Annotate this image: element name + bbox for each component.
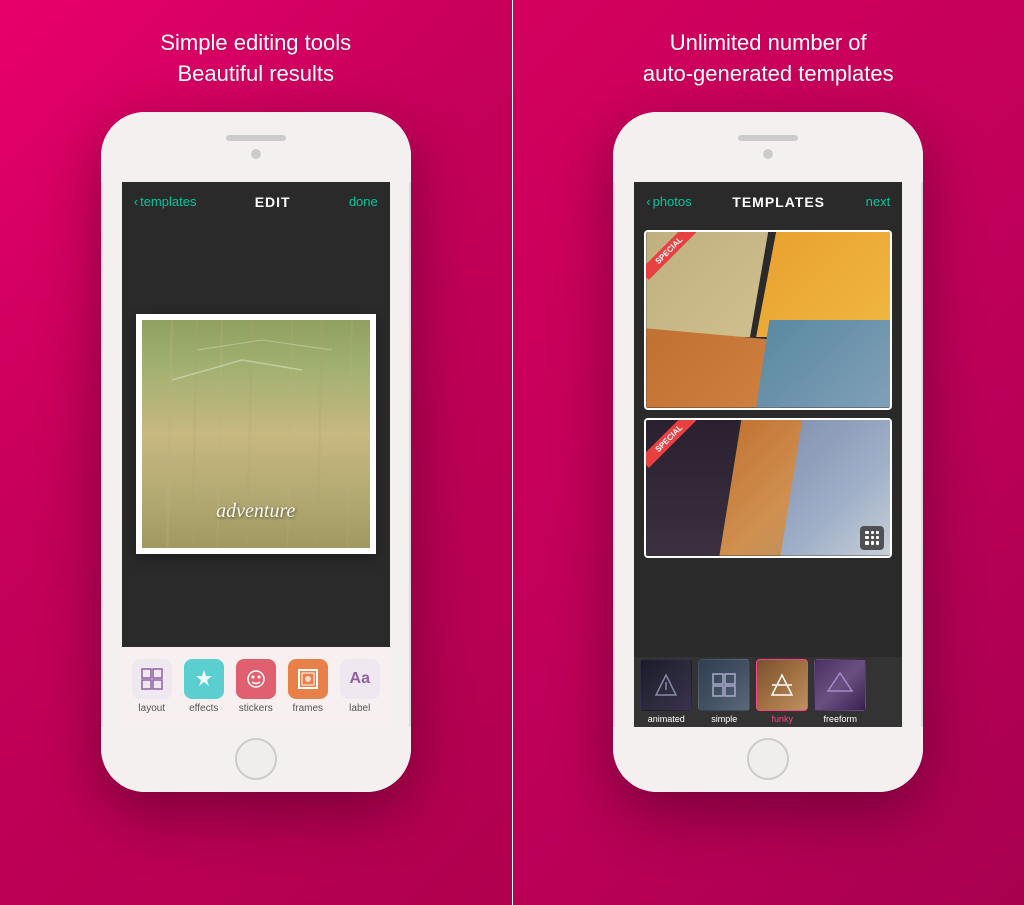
dot-7 bbox=[865, 541, 868, 544]
thumb-freeform-label: freeform bbox=[823, 714, 857, 724]
thumb-simple-icon bbox=[699, 660, 749, 710]
right-screen: ‹ photos TEMPLATES next bbox=[634, 182, 902, 727]
thumb-animated[interactable] bbox=[640, 659, 692, 711]
speaker-right bbox=[738, 135, 798, 141]
done-button[interactable]: done bbox=[349, 194, 378, 209]
back-to-templates[interactable]: ‹ templates bbox=[134, 194, 197, 209]
special-badge-2 bbox=[646, 420, 696, 470]
layout-label: layout bbox=[138, 703, 165, 714]
grid-icon[interactable] bbox=[860, 526, 884, 550]
tool-effects[interactable]: effects bbox=[180, 659, 228, 714]
dot-1 bbox=[865, 531, 868, 534]
thumb-freeform-icon bbox=[815, 660, 865, 710]
left-screen: ‹ templates EDIT done bbox=[122, 182, 390, 727]
chevron-icon-right: ‹ bbox=[646, 194, 650, 209]
templates-title: TEMPLATES bbox=[732, 194, 825, 210]
frames-label: frames bbox=[292, 703, 323, 714]
home-button-left[interactable] bbox=[235, 738, 277, 780]
templates-content bbox=[634, 222, 902, 657]
phone-bottom-right bbox=[613, 727, 923, 792]
tool-layout[interactable]: layout bbox=[128, 659, 176, 714]
bottom-toolbar: layout effects bbox=[122, 647, 390, 727]
speaker-left bbox=[226, 135, 286, 141]
camera-left bbox=[251, 149, 261, 159]
stickers-icon-box bbox=[236, 659, 276, 699]
thumb-container-simple[interactable]: simple bbox=[698, 659, 750, 724]
camera-right bbox=[763, 149, 773, 159]
thumb-freeform[interactable] bbox=[814, 659, 866, 711]
dot-4 bbox=[865, 536, 868, 539]
collage-cell-4 bbox=[756, 320, 890, 408]
thumb-container-freeform[interactable]: freeform bbox=[814, 659, 866, 724]
thumb-simple[interactable] bbox=[698, 659, 750, 711]
thumb-animated-icon bbox=[641, 660, 691, 710]
dot-3 bbox=[876, 531, 879, 534]
effects-svg bbox=[193, 668, 215, 690]
thumb-simple-label: simple bbox=[711, 714, 737, 724]
thumb-container-animated[interactable]: animated bbox=[640, 659, 692, 724]
label-label: label bbox=[349, 703, 370, 714]
right-phone: ‹ photos TEMPLATES next bbox=[613, 112, 923, 792]
layout-svg bbox=[141, 668, 163, 690]
tool-frames[interactable]: frames bbox=[284, 659, 332, 714]
back-to-photos[interactable]: ‹ photos bbox=[646, 194, 691, 209]
photo-main-area: adventure bbox=[122, 222, 390, 647]
label-icon-box: Aa bbox=[340, 659, 380, 699]
thumb-funky-icon bbox=[757, 660, 807, 710]
chevron-icon: ‹ bbox=[134, 194, 138, 209]
left-headline: Simple editing tools Beautiful results bbox=[160, 28, 351, 90]
freeform-icon bbox=[825, 670, 855, 700]
edit-title: EDIT bbox=[255, 194, 291, 210]
thumb-funky[interactable] bbox=[756, 659, 808, 711]
edit-nav: ‹ templates EDIT done bbox=[122, 182, 390, 222]
tool-label[interactable]: Aa label bbox=[336, 659, 384, 714]
dot-9 bbox=[876, 541, 879, 544]
phone-top-bar-left bbox=[101, 112, 411, 182]
phone-top-bar-right bbox=[613, 112, 923, 182]
adventure-text: adventure bbox=[216, 500, 295, 523]
photo-canvas[interactable]: adventure bbox=[136, 314, 376, 554]
templates-nav: ‹ photos TEMPLATES next bbox=[634, 182, 902, 222]
dot-8 bbox=[871, 541, 874, 544]
label-aa-text: Aa bbox=[350, 670, 370, 688]
funky-icon bbox=[767, 670, 797, 700]
animated-icon bbox=[651, 670, 681, 700]
camera-row-right bbox=[763, 149, 773, 159]
right-headline: Unlimited number of auto-generated templ… bbox=[643, 28, 894, 90]
right-panel: Unlimited number of auto-generated templ… bbox=[513, 0, 1024, 905]
thumb-funky-label: funky bbox=[771, 714, 793, 724]
simple-icon bbox=[709, 670, 739, 700]
tool-stickers[interactable]: stickers bbox=[232, 659, 280, 714]
frames-svg bbox=[297, 668, 319, 690]
phone-bottom-left bbox=[101, 727, 411, 792]
template-card-2[interactable] bbox=[644, 418, 892, 558]
thumb-container-funky[interactable]: funky bbox=[756, 659, 808, 724]
dot-5 bbox=[871, 536, 874, 539]
thumbnails-row: animated simple bbox=[634, 657, 902, 727]
camera-row-left bbox=[251, 149, 261, 159]
layout-icon-box bbox=[132, 659, 172, 699]
effects-icon-box bbox=[184, 659, 224, 699]
left-panel: Simple editing tools Beautiful results ‹… bbox=[0, 0, 512, 905]
stickers-svg bbox=[245, 668, 267, 690]
effects-label: effects bbox=[189, 703, 218, 714]
next-button[interactable]: next bbox=[866, 194, 891, 209]
dot-2 bbox=[871, 531, 874, 534]
left-phone: ‹ templates EDIT done bbox=[101, 112, 411, 792]
thumb-animated-label: animated bbox=[648, 714, 685, 724]
dot-6 bbox=[876, 536, 879, 539]
stickers-label: stickers bbox=[239, 703, 273, 714]
frames-icon-box bbox=[288, 659, 328, 699]
grid-dots bbox=[865, 531, 879, 545]
template-card-1[interactable] bbox=[644, 230, 892, 410]
special-badge-1 bbox=[646, 232, 696, 282]
home-button-right[interactable] bbox=[747, 738, 789, 780]
